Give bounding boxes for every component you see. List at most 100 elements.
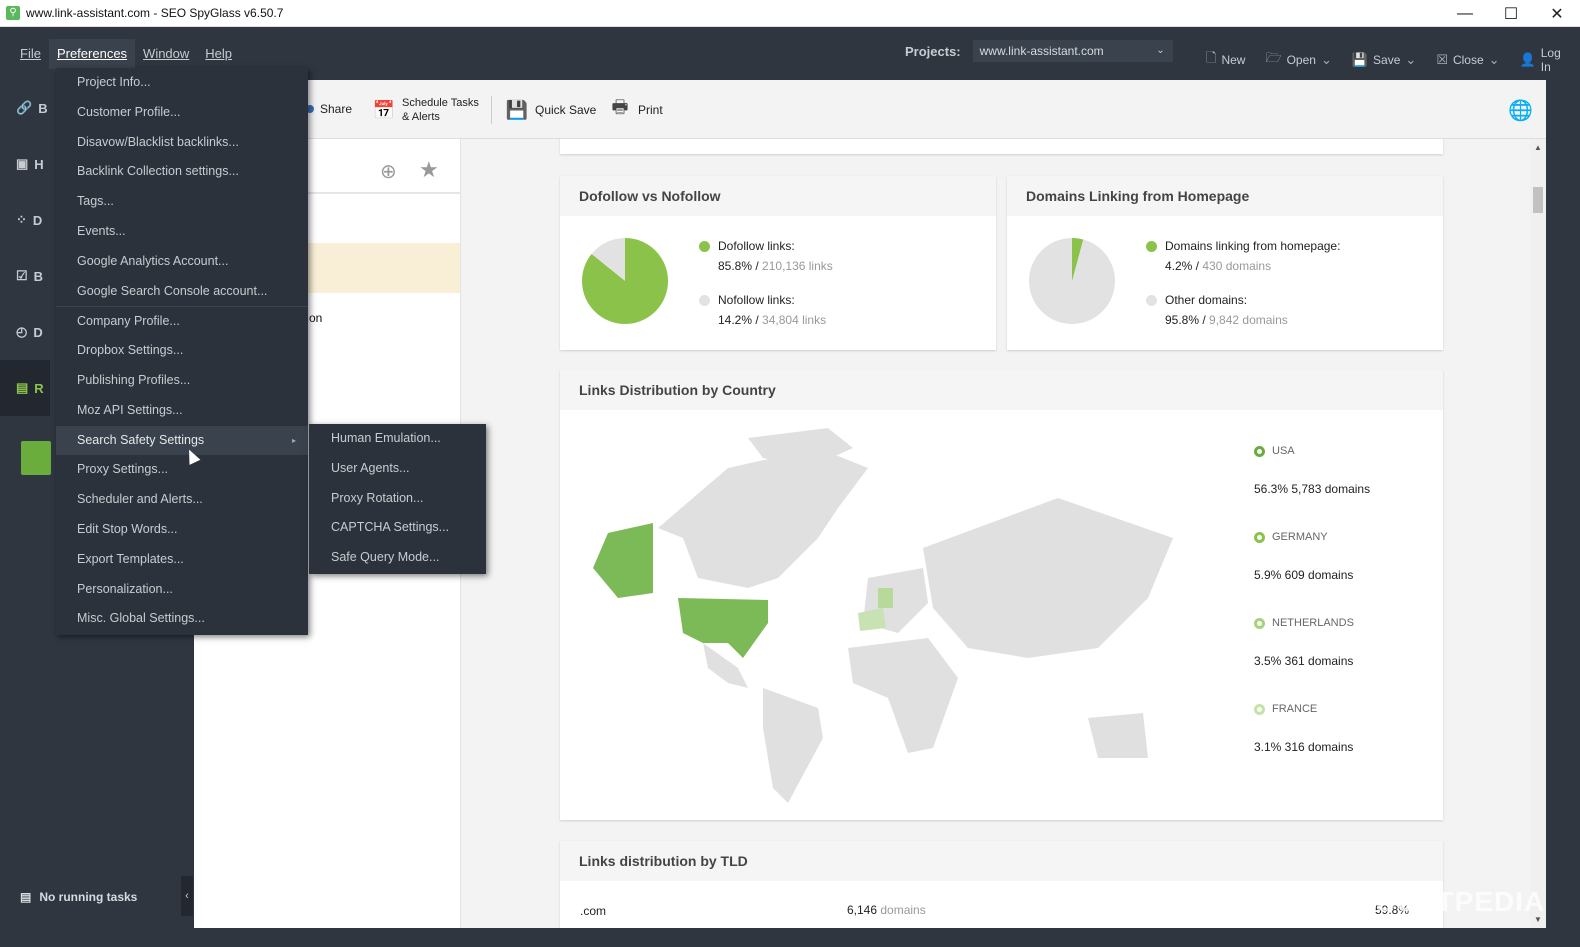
- sidebar-item-backlink-profile[interactable]: ☑ B: [0, 248, 50, 304]
- dofollow-label: Dofollow links:: [718, 239, 795, 253]
- menu-item-proxy-settings[interactable]: Proxy Settings...: [56, 455, 308, 485]
- minimize-button[interactable]: —: [1442, 0, 1488, 27]
- toolbar-divider: [491, 96, 492, 124]
- globe-icon[interactable]: 🌐: [1508, 98, 1533, 123]
- map-germany: [878, 588, 893, 608]
- menu-item-google-search-console[interactable]: Google Search Console account...: [56, 277, 308, 307]
- submenu-item-human-emulation[interactable]: Human Emulation...: [309, 424, 486, 454]
- legend-item-dofollow: Dofollow links:: [699, 239, 833, 253]
- submenu-item-safe-query[interactable]: Safe Query Mode...: [309, 543, 486, 573]
- dofollow-legend: Dofollow links: 85.8% / 210,136 links No…: [699, 239, 833, 347]
- menu-item-tags[interactable]: Tags...: [56, 187, 308, 217]
- nofollow-label: Nofollow links:: [718, 293, 795, 307]
- save-button[interactable]: 💾 Save ⌄: [1342, 46, 1426, 74]
- country-name-label: NETHERLANDS: [1272, 617, 1354, 629]
- menu-item-misc-global[interactable]: Misc. Global Settings...: [56, 604, 308, 634]
- star-icon[interactable]: ★: [419, 157, 439, 183]
- open-label: Open: [1286, 53, 1316, 67]
- sidebar-label: B: [38, 100, 48, 116]
- open-button[interactable]: 🗁 Open ⌄: [1255, 46, 1341, 74]
- menu-item-company-profile[interactable]: Company Profile...: [56, 306, 308, 336]
- menu-item-disavow[interactable]: Disavow/Blacklist backlinks...: [56, 128, 308, 158]
- tld-count: 6,146 domains: [847, 903, 926, 917]
- calendar-alert-icon: 📅: [372, 99, 396, 120]
- menu-item-events[interactable]: Events...: [56, 217, 308, 247]
- country-netherlands: NETHERLANDS 3.5% 361 domains: [1254, 617, 1370, 668]
- menu-item-personalization[interactable]: Personalization...: [56, 575, 308, 605]
- homepage-legend: Domains linking from homepage: 4.2% / 43…: [1146, 239, 1340, 347]
- card-title: Dofollow vs Nofollow: [560, 176, 996, 216]
- projects-selected: www.link-assistant.com: [979, 44, 1104, 58]
- submenu-item-user-agents[interactable]: User Agents...: [309, 454, 486, 484]
- ring-icon: [1254, 531, 1265, 543]
- country-name: NETHERLANDS: [1254, 617, 1370, 629]
- menu-help[interactable]: Help: [197, 39, 240, 69]
- menu-window[interactable]: Window: [135, 39, 197, 69]
- sidebar-item-domains[interactable]: ⁘ D: [0, 192, 50, 248]
- submenu-arrow-icon: ▸: [291, 435, 296, 445]
- scrollbar-thumb[interactable]: [1533, 187, 1543, 213]
- vertical-scrollbar[interactable]: ▲ ▼: [1530, 139, 1546, 928]
- menu-item-export-templates[interactable]: Export Templates...: [56, 545, 308, 575]
- share-button[interactable]: Share: [306, 102, 352, 116]
- menu-item-stop-words[interactable]: Edit Stop Words...: [56, 515, 308, 545]
- chevron-down-icon[interactable]: ⌄: [1405, 52, 1416, 68]
- menu-item-customer-profile[interactable]: Customer Profile...: [56, 98, 308, 128]
- menu-item-publishing-profiles[interactable]: Publishing Profiles...: [56, 366, 308, 396]
- menu-item-google-analytics[interactable]: Google Analytics Account...: [56, 247, 308, 277]
- scroll-up-icon[interactable]: ▲: [1534, 143, 1542, 152]
- sidebar-item-backlinks[interactable]: 🔗 B: [0, 80, 50, 136]
- user-icon: 👤: [1519, 52, 1536, 67]
- menu-item-search-safety[interactable]: Search Safety Settings ▸: [56, 425, 308, 456]
- map-africa: [848, 638, 958, 753]
- country-value: 5.9% 609 domains: [1254, 568, 1354, 582]
- world-map[interactable]: [588, 428, 1178, 803]
- close-label: Close: [1452, 53, 1484, 67]
- other-count: 9,842 domains: [1209, 313, 1288, 327]
- menu-item-scheduler[interactable]: Scheduler and Alerts...: [56, 485, 308, 515]
- gauge-icon: ◴: [16, 324, 28, 339]
- sidebar-item-history[interactable]: ▣ H: [0, 136, 50, 192]
- schedule-tasks-button[interactable]: 📅 Schedule Tasks & Alerts: [372, 96, 479, 124]
- submenu-item-proxy-rotation[interactable]: Proxy Rotation...: [309, 484, 486, 514]
- menu-item-dropbox[interactable]: Dropbox Settings...: [56, 336, 308, 366]
- chevron-down-icon[interactable]: ⌄: [1321, 52, 1332, 68]
- chevron-down-icon[interactable]: ⌄: [1489, 52, 1500, 68]
- menu-file[interactable]: File: [12, 39, 49, 69]
- country-germany: GERMANY 5.9% 609 domains: [1254, 531, 1370, 582]
- green-action-button[interactable]: [21, 441, 51, 475]
- login-button[interactable]: 👤 Log In: [1510, 46, 1580, 74]
- ring-icon: [1254, 445, 1265, 457]
- sidebar-item-dashboard[interactable]: ◴ D: [0, 304, 50, 360]
- home-label: Domains linking from homepage:: [1165, 239, 1341, 253]
- quick-save-button[interactable]: 💾 Quick Save: [505, 98, 597, 122]
- menu-item-backlink-collection[interactable]: Backlink Collection settings...: [56, 157, 308, 187]
- add-icon[interactable]: ⊕: [380, 159, 397, 184]
- print-button[interactable]: 🖶 Print: [608, 97, 663, 122]
- close-project-button[interactable]: ☒ Close ⌄: [1426, 46, 1509, 74]
- legend-item-nofollow: Nofollow links:: [699, 293, 833, 307]
- sidebar: 🔗 B ▣ H ⁘ D ☑ B ◴ D ▤ R: [0, 80, 50, 947]
- new-button[interactable]: 🗋 New: [1196, 46, 1255, 74]
- floppy-icon: 💾: [505, 99, 529, 120]
- menu-item-moz-api[interactable]: Moz API Settings...: [56, 396, 308, 426]
- map-alaska: [593, 523, 653, 598]
- maximize-button[interactable]: ☐: [1488, 0, 1534, 27]
- country-value: 56.3% 5,783 domains: [1254, 482, 1371, 496]
- sidebar-item-reports[interactable]: ▤ R: [0, 360, 50, 416]
- close-window-button[interactable]: ✕: [1534, 0, 1580, 27]
- menu-item-project-info[interactable]: Project Info...: [56, 68, 308, 98]
- report-item-text[interactable]: on: [309, 311, 322, 325]
- card-title: Links Distribution by Country: [560, 370, 1443, 410]
- projects-dropdown[interactable]: www.link-assistant.com ⌄: [972, 40, 1173, 62]
- tld-unit: domains: [880, 903, 926, 917]
- menu-preferences[interactable]: Preferences: [48, 38, 136, 69]
- top-actions: 🗋 New 🗁 Open ⌄ 💾 Save ⌄ ☒ Close ⌄ 👤 Log In: [1196, 46, 1580, 74]
- collapse-panel-button[interactable]: ‹: [181, 876, 193, 916]
- submenu-item-captcha[interactable]: CAPTCHA Settings...: [309, 513, 486, 543]
- map-south-america: [763, 688, 823, 803]
- home-pct: 4.2% /: [1165, 259, 1200, 273]
- running-tasks-status[interactable]: ▤ No running tasks: [20, 890, 137, 904]
- homepage-pie-chart: [1029, 238, 1115, 324]
- country-name: FRANCE: [1254, 703, 1370, 715]
